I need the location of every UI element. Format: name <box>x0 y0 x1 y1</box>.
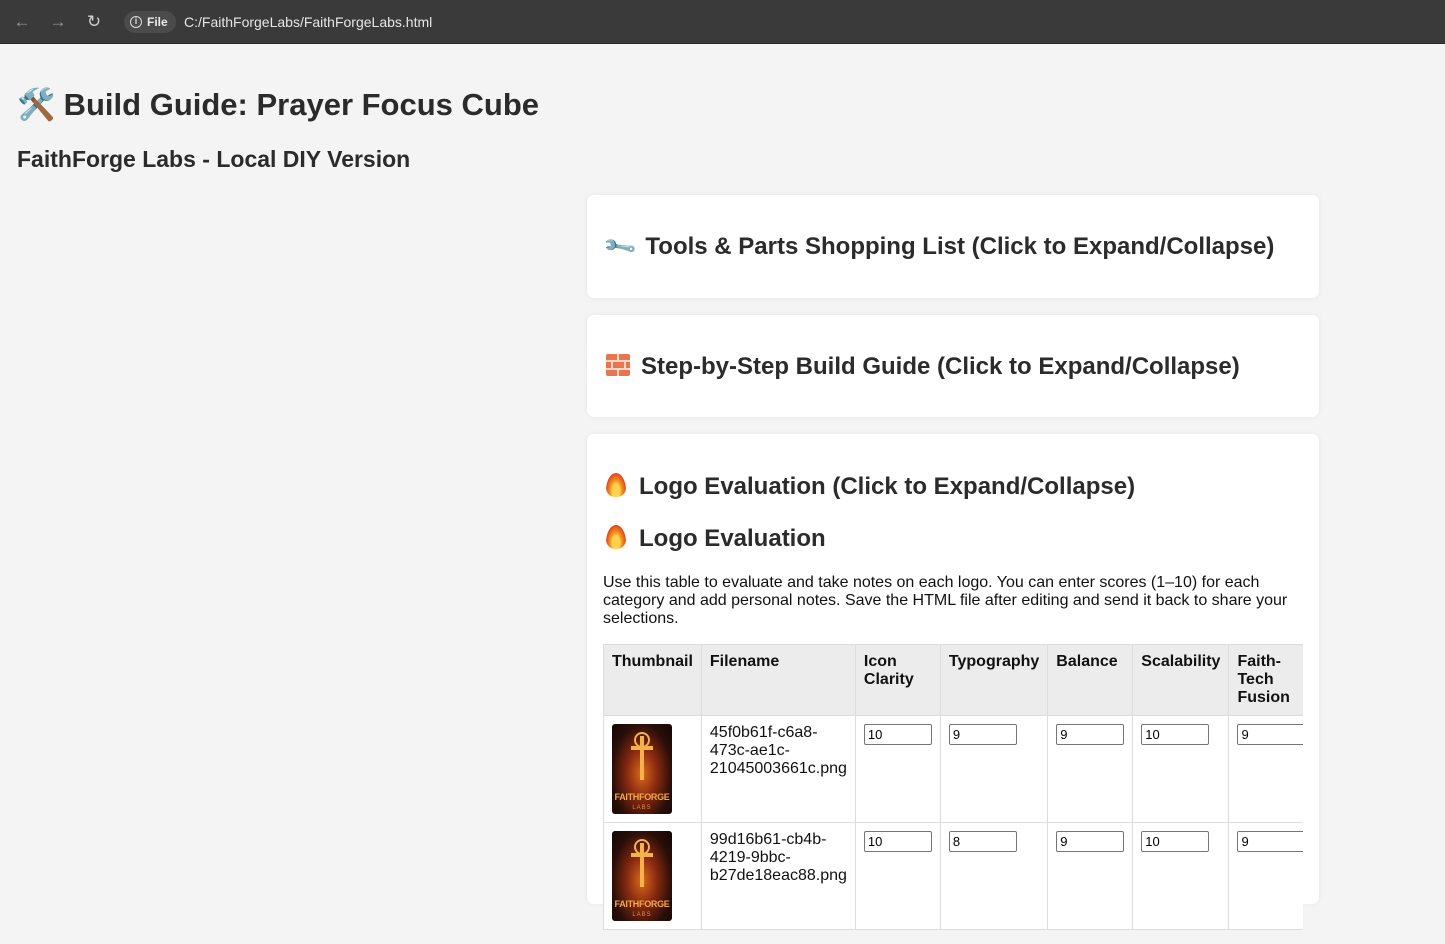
forward-arrow-icon[interactable]: → <box>45 9 71 35</box>
wrench-icon: 🔧 <box>601 228 638 265</box>
logo-thumbnail: FAITHFORGE LABS <box>612 724 672 814</box>
browser-toolbar: ← → ↻ i File C:/FaithForgeLabs/FaithForg… <box>0 0 1445 44</box>
scheme-label: File <box>147 15 168 29</box>
column-header: Icon Clarity <box>854 644 941 716</box>
back-arrow-icon[interactable]: ← <box>9 9 35 35</box>
hammer-and-wrench-icon: 🛠️ <box>17 87 56 122</box>
column-header: Typography <box>939 644 1049 716</box>
table-row: FAITHFORGE LABS 45f0b61f-c6a8-473c-ae1c-… <box>603 715 1303 823</box>
faith-tech-fusion-input[interactable] <box>1237 724 1303 745</box>
score-cell <box>1132 715 1230 823</box>
faith-tech-fusion-input[interactable] <box>1237 831 1303 852</box>
tools-section-card: 🔧 Tools & Parts Shopping List (Click to E… <box>587 195 1319 298</box>
column-header: Scalability <box>1132 644 1230 716</box>
thumbnail-cell: FAITHFORGE LABS <box>603 715 702 823</box>
scalability-input[interactable] <box>1141 724 1210 745</box>
logo-evaluation-description: Use this table to evaluate and take note… <box>603 574 1288 627</box>
fire-icon <box>606 525 626 549</box>
fire-icon <box>606 473 626 497</box>
score-cell <box>854 715 941 823</box>
tools-section-title: Tools & Parts Shopping List (Click to Ex… <box>645 233 1275 260</box>
info-icon: i <box>130 16 142 28</box>
scalability-input[interactable] <box>1141 831 1210 852</box>
thumbnail-brand-subtext: LABS <box>632 805 652 811</box>
logo-thumbnail: FAITHFORGE LABS <box>612 831 672 921</box>
score-cell <box>854 822 941 930</box>
table-row: FAITHFORGE LABS 99d16b61-cb4b-4219-9bbc-… <box>603 822 1303 930</box>
build-section-toggle[interactable]: Step-by-Step Build Guide (Click to Expan… <box>606 353 1240 381</box>
filename-cell: 99d16b61-cb4b-4219-9bbc-b27de18eac88.png <box>700 822 856 930</box>
column-header: Filename <box>700 644 856 716</box>
balance-input[interactable] <box>1056 724 1125 745</box>
score-cell <box>1228 822 1303 930</box>
logo-heading-text: Logo Evaluation <box>639 525 826 552</box>
build-section-card: Step-by-Step Build Guide (Click to Expan… <box>587 315 1319 417</box>
score-cell <box>939 715 1049 823</box>
site-info-chip[interactable]: i File <box>124 11 176 33</box>
table-header-row: Thumbnail Filename Icon Clarity Typograp… <box>603 644 1303 716</box>
score-cell <box>1047 715 1134 823</box>
icon-clarity-input[interactable] <box>863 831 932 852</box>
score-cell <box>1047 822 1134 930</box>
brick-icon <box>606 354 630 376</box>
column-header: Faith-Tech Fusion <box>1228 644 1303 716</box>
icon-clarity-input[interactable] <box>863 724 932 745</box>
thumbnail-brand-subtext: LABS <box>632 912 652 918</box>
page-subtitle: FaithForge Labs - Local DIY Version <box>17 146 411 172</box>
column-header: Balance <box>1047 644 1134 716</box>
column-header: Thumbnail <box>603 644 702 716</box>
page-title: 🛠️ Build Guide: Prayer Focus Cube <box>17 86 539 123</box>
filename-cell: 45f0b61f-c6a8-473c-ae1c-21045003661c.png <box>700 715 856 823</box>
tools-section-toggle[interactable]: 🔧 Tools & Parts Shopping List (Click to E… <box>601 228 1275 264</box>
score-cell <box>939 822 1049 930</box>
logo-evaluation-table: Thumbnail Filename Icon Clarity Typograp… <box>603 644 1303 930</box>
balance-input[interactable] <box>1056 831 1125 852</box>
logo-section-toggle[interactable]: Logo Evaluation (Click to Expand/Collaps… <box>606 473 1135 501</box>
typography-input[interactable] <box>948 724 1017 745</box>
build-section-title: Step-by-Step Build Guide (Click to Expan… <box>641 353 1240 380</box>
score-cell <box>1228 715 1303 823</box>
logo-table-container[interactable]: Thumbnail Filename Icon Clarity Typograp… <box>603 644 1303 944</box>
logo-section-card: Logo Evaluation (Click to Expand/Collaps… <box>587 434 1319 930</box>
url-text[interactable]: C:/FaithForgeLabs/FaithForgeLabs.html <box>184 12 432 32</box>
logo-evaluation-heading: Logo Evaluation <box>606 525 826 553</box>
logo-section-title: Logo Evaluation (Click to Expand/Collaps… <box>639 473 1136 500</box>
score-cell <box>1132 822 1230 930</box>
thumbnail-cell: FAITHFORGE LABS <box>603 822 702 930</box>
reload-icon[interactable]: ↻ <box>81 9 107 35</box>
typography-input[interactable] <box>948 831 1017 852</box>
address-bar[interactable]: i File C:/FaithForgeLabs/FaithForgeLabs.… <box>121 7 1431 37</box>
page-title-text: Build Guide: Prayer Focus Cube <box>63 87 540 122</box>
